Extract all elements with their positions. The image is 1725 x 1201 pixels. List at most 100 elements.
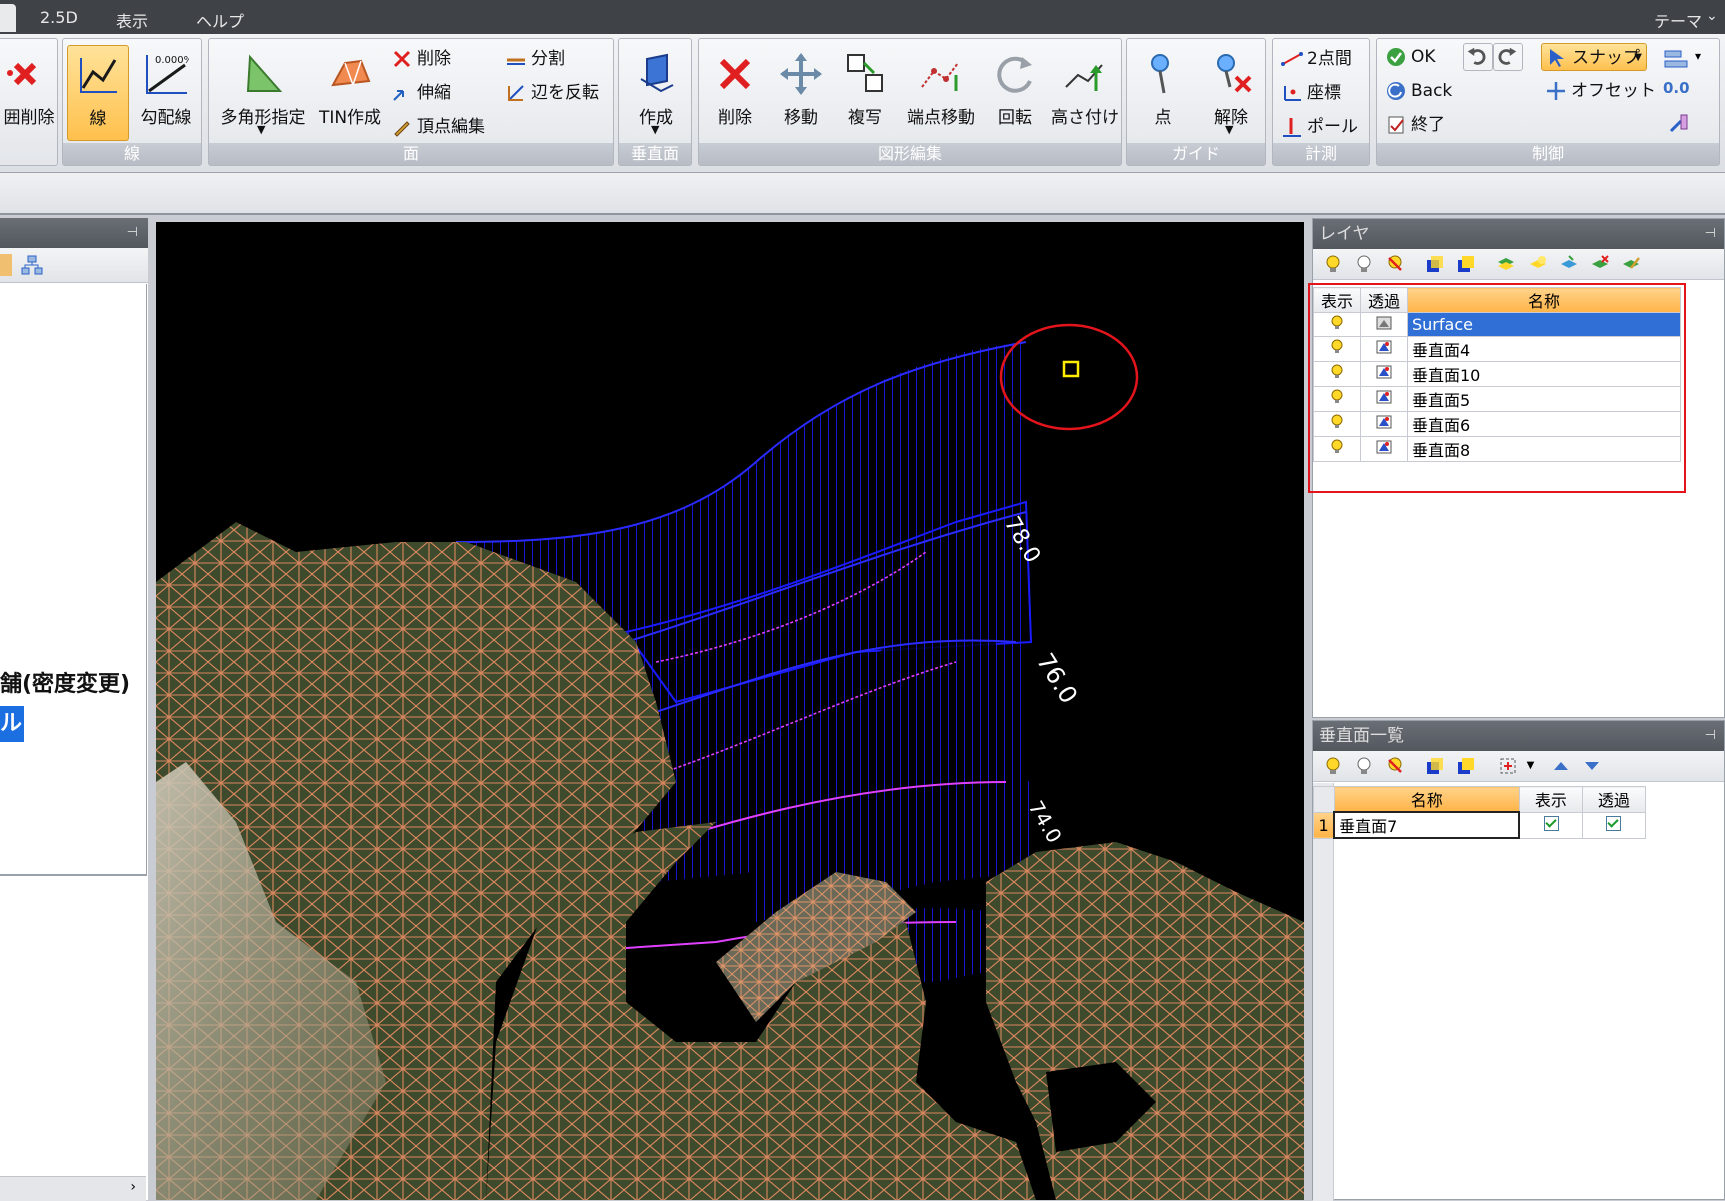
3d-viewport[interactable]: 78.0 76.0 74.0 [156, 222, 1304, 1200]
col-name[interactable]: 名称 [1407, 287, 1681, 313]
visible-bulb-icon[interactable] [1329, 364, 1345, 380]
pin-icon[interactable]: ⊣ [127, 218, 138, 248]
layer-name[interactable]: 垂直面8 [1407, 436, 1681, 462]
vplane-layer-icon[interactable] [1375, 389, 1393, 405]
surface-layer-icon[interactable] [1375, 315, 1393, 331]
stretch-button[interactable]: 伸縮 [391, 79, 451, 107]
transparent-on-icon[interactable] [1425, 756, 1445, 776]
snap-button[interactable]: スナップ ▼ [1541, 43, 1647, 71]
scroll-right-icon[interactable]: › [130, 1179, 136, 1195]
terrain-mesh-right[interactable] [986, 842, 1304, 1200]
slope-line-button[interactable]: 0.000% 勾配線 [133, 45, 199, 141]
layer-row[interactable]: 垂直面6 [1313, 411, 1681, 437]
two-point-button[interactable]: 2点間 [1281, 45, 1352, 73]
flip-edge-button[interactable]: 辺を反転 [505, 79, 599, 107]
face-delete-button[interactable]: 削除 [391, 45, 451, 73]
layer-pin-icon[interactable]: ⊣ [1705, 219, 1716, 249]
guide-release-button[interactable]: 解除 ▼ [1199, 45, 1263, 141]
zero-offset-button[interactable]: 0.0 [1663, 79, 1690, 97]
split-button[interactable]: 分割 [505, 45, 565, 73]
trans-checkbox[interactable] [1606, 815, 1622, 831]
bulb-toggle-icon[interactable] [1385, 756, 1405, 776]
menu-25d[interactable]: 2.5D [40, 8, 78, 27]
layer-row[interactable]: Surface [1313, 312, 1681, 337]
ok-button[interactable]: OK [1385, 43, 1436, 71]
col-trans[interactable]: 透過 [1581, 786, 1647, 813]
polygon-dropdown-icon[interactable]: ▼ [257, 123, 265, 136]
layer-row[interactable]: 垂直面8 [1313, 436, 1681, 462]
layout-button[interactable] [1663, 47, 1693, 71]
layer-name[interactable]: 垂直面4 [1407, 336, 1681, 362]
rotate-button[interactable]: 回転 [983, 45, 1047, 141]
end-button[interactable]: 終了 [1385, 111, 1445, 139]
back-button[interactable]: Back [1385, 77, 1452, 105]
tin-button[interactable]: TIN作成 [315, 45, 385, 141]
col-show[interactable]: 表示 [1518, 786, 1583, 813]
show-checkbox[interactable] [1543, 815, 1559, 831]
bulb-on-icon[interactable] [1323, 254, 1343, 274]
col-name[interactable]: 名称 [1333, 786, 1520, 813]
menu-help[interactable]: ヘルプ [196, 8, 244, 32]
redo-button[interactable] [1493, 43, 1523, 71]
list-pin-icon[interactable]: ⊣ [1705, 721, 1716, 751]
vplane-layer-icon[interactable] [1375, 414, 1393, 430]
move-button[interactable]: 移動 [769, 45, 833, 141]
vplane-layer-icon[interactable] [1375, 364, 1393, 380]
vplane-layer-icon[interactable] [1375, 439, 1393, 455]
vplane-dropdown-icon[interactable]: ▼ [651, 123, 659, 136]
coords-button[interactable]: 座標 [1281, 79, 1341, 107]
transparent-off-icon[interactable] [1456, 254, 1476, 274]
transparent-off-icon[interactable] [1456, 756, 1476, 776]
transparent-on-icon[interactable] [1425, 254, 1445, 274]
visible-bulb-icon[interactable] [1329, 315, 1345, 331]
offset-button[interactable]: オフセット [1545, 77, 1656, 105]
layer-merge-icon[interactable] [1559, 254, 1579, 274]
layer-row[interactable]: 垂直面10 [1313, 361, 1681, 387]
zoom-fit-icon[interactable] [1498, 756, 1518, 776]
layer-edit-icon[interactable] [1621, 254, 1641, 274]
bulb-on-icon[interactable] [1323, 756, 1343, 776]
selected-item[interactable]: ル [0, 706, 24, 742]
edit-delete-button[interactable]: 削除 [703, 45, 767, 141]
visible-bulb-icon[interactable] [1329, 414, 1345, 430]
vplane-create-button[interactable]: 作成 ▼ [621, 45, 691, 141]
layer-add-icon[interactable] [1528, 254, 1548, 274]
pole-button[interactable]: ポール [1281, 113, 1358, 141]
bulb-toggle-icon[interactable] [1385, 254, 1405, 274]
tool-button[interactable] [1667, 111, 1693, 135]
zoom-dropdown-icon[interactable]: ▼ [1527, 760, 1535, 771]
release-dropdown-icon[interactable]: ▼ [1225, 123, 1233, 136]
area-delete-button[interactable]: 囲削除 [0, 45, 59, 141]
vertex-edit-button[interactable]: 頂点編集 [391, 113, 485, 141]
vplane-row[interactable]: 1 垂直面7 [1313, 811, 1647, 839]
layer-name[interactable]: 垂直面10 [1407, 361, 1681, 387]
snap-dropdown-icon[interactable]: ▼ [1634, 44, 1642, 72]
file-tab[interactable] [0, 4, 16, 32]
height-button[interactable]: 高さ付け [1049, 45, 1121, 141]
col-show[interactable]: 表示 [1313, 287, 1361, 313]
tree-icon[interactable] [0, 254, 12, 276]
layer-stack-icon[interactable] [1496, 254, 1516, 274]
layer-row[interactable]: 垂直面5 [1313, 386, 1681, 412]
scene-canvas[interactable]: 78.0 76.0 74.0 [156, 222, 1304, 1200]
layer-name[interactable]: 垂直面6 [1407, 411, 1681, 437]
bulb-off-icon[interactable] [1354, 254, 1374, 274]
layer-name[interactable]: Surface [1407, 312, 1681, 337]
layer-row[interactable]: 垂直面4 [1313, 336, 1681, 362]
visible-bulb-icon[interactable] [1329, 439, 1345, 455]
endpoint-move-button[interactable]: 端点移動 [899, 45, 983, 141]
undo-button[interactable] [1463, 43, 1493, 71]
polygon-button[interactable]: 多角形指定 ▼ [213, 45, 313, 141]
menu-theme[interactable]: テーマ [1654, 8, 1702, 32]
vplane-name-field[interactable]: 垂直面7 [1333, 811, 1521, 839]
theme-dropdown-icon[interactable]: ⌄ [1706, 8, 1718, 24]
hierarchy-icon[interactable] [20, 254, 44, 276]
move-down-icon[interactable] [1582, 756, 1602, 776]
vplane-layer-icon[interactable] [1375, 339, 1393, 355]
guide-point-button[interactable]: 点 [1133, 45, 1193, 141]
selected-vertex-marker[interactable] [1062, 360, 1080, 378]
copy-button[interactable]: 複写 [833, 45, 897, 141]
bulb-off-icon[interactable] [1354, 756, 1374, 776]
visible-bulb-icon[interactable] [1329, 389, 1345, 405]
layout-dropdown-icon[interactable]: ▾ [1695, 49, 1701, 63]
